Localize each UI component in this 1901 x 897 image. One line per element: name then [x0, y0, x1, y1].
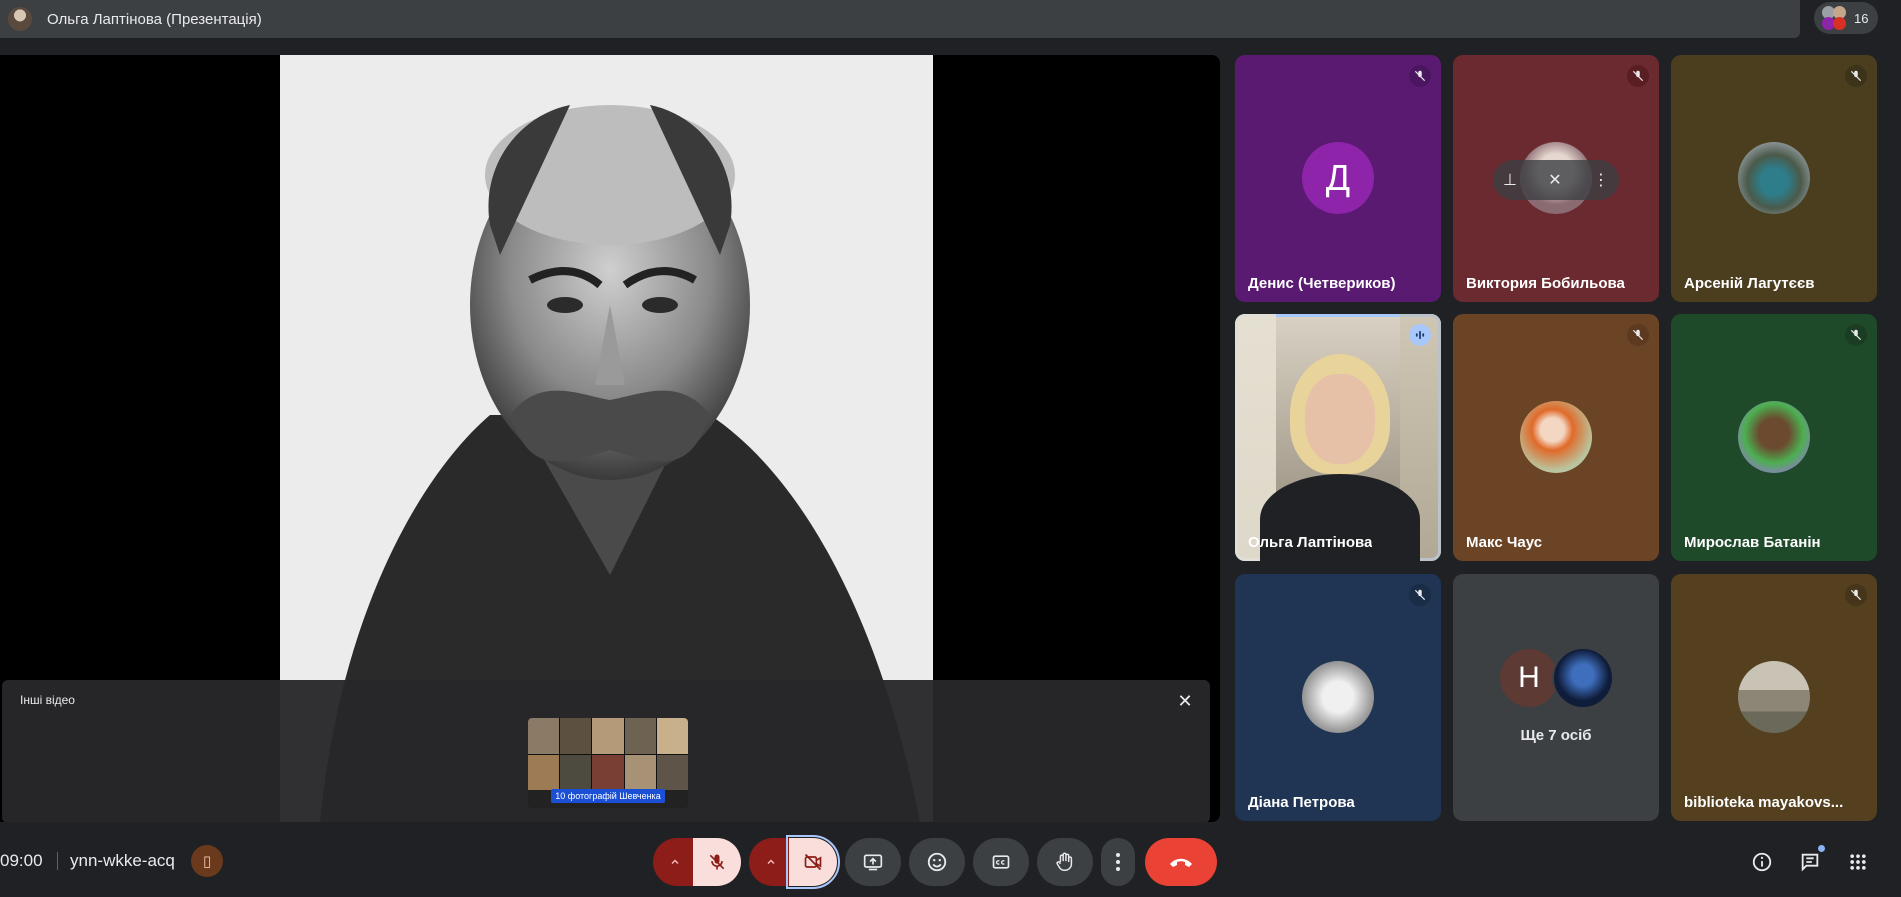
participant-name: Діана Петрова: [1248, 794, 1355, 811]
meeting-clock: 09:00: [0, 851, 43, 870]
more-participants-tile[interactable]: Н Ще 7 осіб: [1453, 574, 1659, 821]
presenter-avatar: [8, 7, 32, 31]
reactions-button[interactable]: [909, 838, 965, 886]
camera-off-icon: [804, 853, 822, 871]
avatar: [1302, 661, 1374, 733]
participant-name: Ольга Лаптінова: [1248, 534, 1373, 551]
participant-tile[interactable]: Д Денис (Четвериков): [1235, 55, 1441, 302]
participant-name: biblioteka mayakovs...: [1684, 794, 1844, 811]
bottom-control-bar: 09:00 ynn-wkke-acq ▯: [0, 825, 1901, 897]
mic-toggle-button[interactable]: [693, 838, 741, 886]
participant-tile[interactable]: ⊥ ✕ ⋮ Виктория Бобильова: [1453, 55, 1659, 302]
activities-button[interactable]: [1845, 849, 1871, 875]
participants-button[interactable]: 16: [1814, 2, 1878, 34]
meeting-details-button[interactable]: [1749, 849, 1775, 875]
top-bar: Ольга Лаптінова (Презентація): [0, 0, 1800, 38]
more-participants-label: Ще 7 осіб: [1520, 727, 1592, 744]
tile-hover-controls[interactable]: ⊥ ✕ ⋮: [1493, 160, 1619, 200]
chat-button[interactable]: [1797, 845, 1825, 875]
mic-off-icon: [1845, 584, 1867, 606]
captions-icon: [992, 855, 1010, 869]
meeting-code: ynn-wkke-acq: [70, 851, 175, 870]
more-icon[interactable]: ⋮: [1593, 170, 1609, 190]
chat-icon: [1801, 853, 1819, 872]
thumbnail-collage: [528, 718, 688, 790]
participant-name: Мирослав Батанін: [1684, 534, 1821, 551]
presentation-title: Ольга Лаптінова (Презентація): [47, 10, 262, 28]
unread-dot: [1818, 845, 1825, 852]
present-button[interactable]: [845, 838, 901, 886]
divider: [57, 852, 58, 870]
other-video-thumbnail[interactable]: 10 фотографій Шевченка: [528, 718, 688, 808]
participant-tile[interactable]: Діана Петрова: [1235, 574, 1441, 821]
mic-off-icon: [1409, 65, 1431, 87]
avatar: [1520, 401, 1592, 473]
audio-options-button[interactable]: [653, 838, 697, 886]
participant-tile[interactable]: biblioteka mayakovs...: [1671, 574, 1877, 821]
thumbnail-caption: 10 фотографій Шевченка: [551, 789, 665, 803]
more-icon: [1116, 853, 1120, 871]
mic-off-icon: [1627, 65, 1649, 87]
mic-off-icon: [1845, 324, 1867, 346]
video-person-face: [1305, 374, 1375, 464]
hang-up-icon: [1170, 858, 1192, 867]
mic-off-icon: [1627, 324, 1649, 346]
captions-button[interactable]: [973, 838, 1029, 886]
participant-name: Денис (Четвериков): [1248, 275, 1396, 292]
mic-off-icon: [1845, 65, 1867, 87]
mute-icon[interactable]: ✕: [1548, 170, 1561, 190]
participant-name: Арсеній Лагутєєв: [1684, 275, 1815, 292]
emoji-icon: [927, 852, 947, 872]
chevron-up-icon: [767, 859, 775, 865]
participant-name: Виктория Бобильова: [1466, 275, 1625, 292]
participant-count: 16: [1854, 10, 1869, 26]
mic-off-icon: [709, 854, 725, 870]
participant-tile[interactable]: Ольга Лаптінова: [1235, 314, 1441, 561]
more-options-button[interactable]: [1101, 838, 1135, 886]
present-icon: [863, 854, 883, 871]
avatar: Н: [1498, 647, 1560, 709]
presentation-stage: Інші відео ✕ 10 фотографій Шевченка: [0, 55, 1220, 822]
participant-avatars-icon: [1822, 6, 1846, 30]
participant-tile[interactable]: Арсеній Лагутєєв: [1671, 55, 1877, 302]
other-videos-title: Інші відео: [20, 693, 75, 707]
avatar: [1738, 142, 1810, 214]
more-participants-avatars: Н: [1498, 647, 1618, 711]
avatar: [1552, 647, 1614, 709]
avatar: [1738, 401, 1810, 473]
video-options-button[interactable]: [749, 838, 793, 886]
other-videos-panel: Інші відео ✕ 10 фотографій Шевченка: [2, 680, 1210, 822]
info-icon: [1752, 852, 1772, 872]
activities-icon: [1850, 854, 1866, 870]
avatar: Д: [1302, 142, 1374, 214]
mic-off-icon: [1409, 584, 1431, 606]
pin-icon[interactable]: ⊥: [1503, 170, 1517, 190]
avatar: [1738, 661, 1810, 733]
raise-hand-button[interactable]: [1037, 838, 1093, 886]
host-controls-icon[interactable]: ▯: [191, 845, 223, 877]
close-icon[interactable]: ✕: [1174, 690, 1196, 712]
camera-toggle-button[interactable]: [786, 835, 840, 889]
speaking-indicator-icon: [1409, 324, 1431, 346]
chevron-up-icon: [671, 859, 679, 865]
participant-tile[interactable]: Мирослав Батанін: [1671, 314, 1877, 561]
leave-call-button[interactable]: [1145, 838, 1217, 886]
participant-name: Макс Чаус: [1466, 534, 1543, 551]
raise-hand-icon: [1056, 852, 1073, 871]
participant-tile[interactable]: Макс Чаус: [1453, 314, 1659, 561]
